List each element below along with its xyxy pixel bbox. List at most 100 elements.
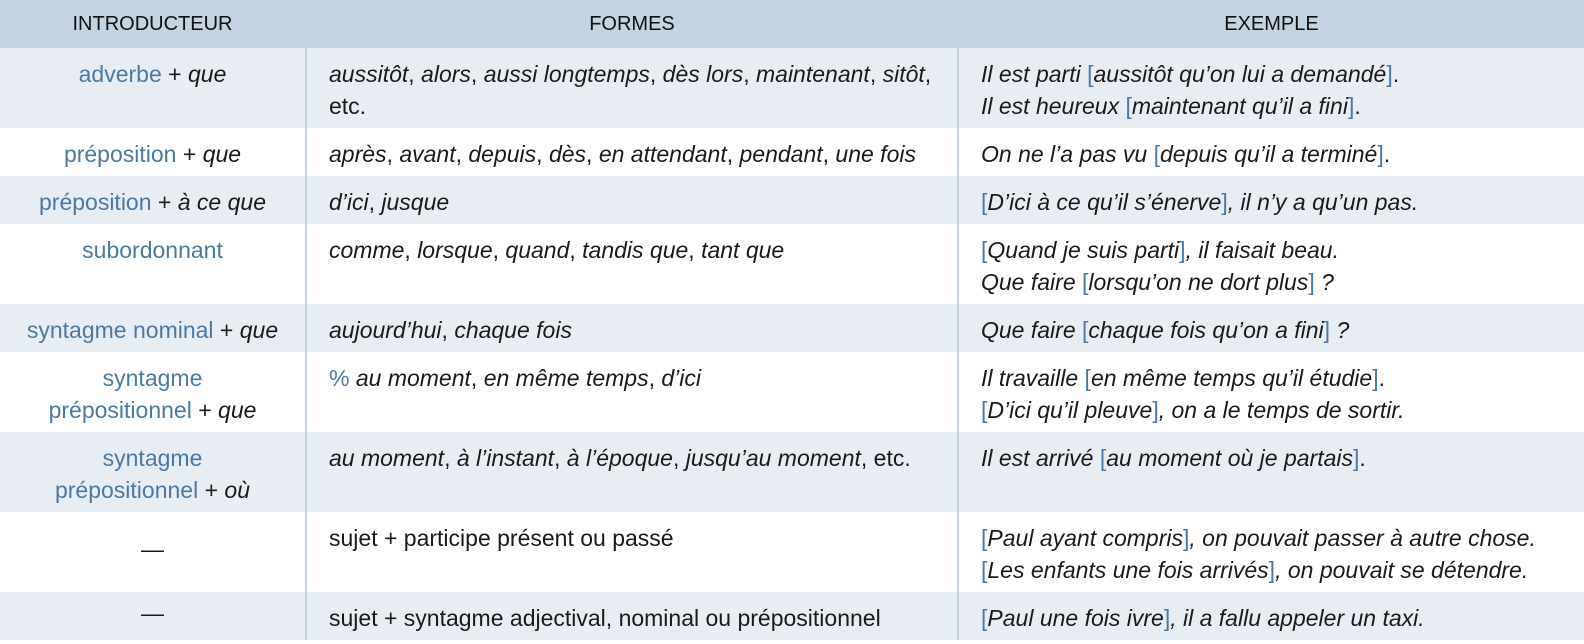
text-segment: à ce que <box>177 189 266 215</box>
text-segment: , <box>386 141 400 167</box>
table-row: — sujet + syntagme adjectival, nominal ou… <box>0 592 1584 640</box>
text-segment: , <box>586 141 599 167</box>
highlight-text: prépositionnel <box>54 477 199 503</box>
text-segment: en attendant <box>598 141 727 167</box>
text-segment: chaque fois qu’on a fini <box>1088 317 1324 343</box>
text-segment: aussi longtemps <box>483 61 650 87</box>
text-segment: Que faire <box>981 317 1082 343</box>
text-segment: , <box>554 445 567 471</box>
text-segment: — <box>141 536 164 562</box>
text-segment: en même temps <box>483 365 649 391</box>
text-segment: , <box>455 141 469 167</box>
text-segment: dès <box>548 141 587 167</box>
text-segment: quand <box>505 237 570 263</box>
text-segment: lorsqu’on ne dort plus <box>1088 269 1309 295</box>
table-row: syntagme prépositionnel + où au moment, à … <box>0 432 1584 512</box>
cell-introducteur: préposition + à ce que <box>0 176 306 224</box>
cell-introducteur: subordonnant <box>0 224 306 304</box>
table-row: syntagme prépositionnel + que% au moment,… <box>0 352 1584 432</box>
example-line: [Les enfants une fois arrivés], on pouva… <box>981 554 1584 586</box>
text-segment: . <box>1359 445 1366 471</box>
text-segment: , <box>688 237 702 263</box>
cell-exemple: [Quand je suis parti], il faisait beau. Q… <box>957 224 1584 304</box>
text-segment: , <box>726 141 740 167</box>
text-segment: , <box>536 141 549 167</box>
cell-formes: % au moment, en même temps, d’ici <box>305 352 958 432</box>
text-segment: , <box>822 141 836 167</box>
text-segment: Que faire <box>981 269 1082 295</box>
text-segment: chaque fois <box>454 317 572 343</box>
example-line: [D’ici à ce qu’il s’énerve], il n’y a qu… <box>981 186 1584 218</box>
text-segment: depuis <box>468 141 537 167</box>
cell-formes: sujet + participe présent ou passé <box>305 512 958 592</box>
text-segment: , <box>404 237 418 263</box>
highlight-text: adverbe <box>78 61 162 87</box>
text-segment: pendant <box>739 141 823 167</box>
text-segment: D’ici à ce qu’il s’énerve <box>987 189 1222 215</box>
text-segment: Il est arrivé <box>981 445 1100 471</box>
text-segment: au moment <box>329 445 445 471</box>
text-segment: à l’époque <box>566 445 673 471</box>
cell-exemple: On ne l’a pas vu [depuis qu’il a terminé… <box>957 128 1584 176</box>
grammar-table: INTRODUCTEUR FORMES EXEMPLE adverbe + qu… <box>0 0 1584 640</box>
text-segment: , il a fallu appeler un taxi. <box>1170 605 1425 631</box>
text-segment: ? <box>1314 269 1334 295</box>
table-row: syntagme nominal + que aujourd’hui, chaqu… <box>0 304 1584 352</box>
text-segment: , il n’y a qu’un pas. <box>1227 189 1419 215</box>
cell-introducteur: préposition + que <box>0 128 306 176</box>
highlight-text: prépositionnel <box>48 397 192 423</box>
cell-exemple: [Paul ayant compris], on pouvait passer … <box>957 512 1584 592</box>
cell-formes: d’ici, jusque <box>305 176 958 224</box>
text-segment: Il travaille <box>981 365 1085 391</box>
text-segment: au moment <box>355 365 471 391</box>
text-segment: . <box>1383 141 1391 167</box>
example-line: Il travaille [en même temps qu’il étudie… <box>981 362 1584 394</box>
text-segment: , on pouvait passer à autre chose. <box>1189 525 1536 551</box>
cell-exemple: [Paul une fois ivre], il a fallu appeler… <box>957 592 1584 640</box>
cell-formes: comme, lorsque, quand, tandis que, tant … <box>305 224 958 304</box>
highlight-text: préposition <box>39 189 152 215</box>
cell-exemple: Il travaille [en même temps qu’il étudie… <box>957 352 1584 432</box>
text-segment: , <box>648 365 662 391</box>
example-line: [Paul une fois ivre], il a fallu appeler… <box>981 602 1584 634</box>
cell-formes: aussitôt, alors, aussi longtemps, dès lo… <box>305 48 958 128</box>
text-segment: Paul ayant compris <box>987 525 1183 551</box>
table-body: adverbe + que aussitôt, alors, aussi long… <box>0 48 1584 640</box>
text-segment: , <box>492 237 506 263</box>
text-segment: + <box>176 141 203 167</box>
text-segment: . <box>1354 93 1361 119</box>
text-segment: , <box>672 445 686 471</box>
text-segment: , <box>441 317 455 343</box>
text-segment: , <box>368 189 382 215</box>
text-segment: lorsque <box>417 237 493 263</box>
text-segment: avant <box>399 141 456 167</box>
text-segment: , <box>869 61 883 87</box>
text-segment: , il faisait beau. <box>1185 237 1339 263</box>
text-segment: , <box>470 61 484 87</box>
text-segment: d’ici <box>661 365 701 391</box>
text-segment: depuis qu’il a terminé <box>1160 141 1378 167</box>
text-segment: maintenant <box>756 61 870 87</box>
text-segment: que <box>187 61 227 87</box>
text-segment: + <box>213 317 240 343</box>
text-segment: jusque <box>381 189 450 215</box>
text-segment: aujourd’hui <box>329 317 442 343</box>
text-segment: D’ici qu’il pleuve <box>987 397 1153 423</box>
text-segment: où <box>224 477 251 503</box>
example-line: Que faire [chaque fois qu’on a fini] ? <box>981 314 1584 346</box>
example-line: On ne l’a pas vu [depuis qu’il a terminé… <box>981 138 1584 170</box>
text-segment: , etc. <box>860 445 911 471</box>
table-row: préposition + à ce que d’ici, jusque [D’ic… <box>0 176 1584 224</box>
text-segment: , <box>743 61 756 87</box>
cell-exemple: Il est parti [aussitôt qu’on lui a deman… <box>957 48 1584 128</box>
text-segment: jusqu’au moment <box>685 445 861 471</box>
text-segment: maintenant qu’il a fini <box>1131 93 1348 119</box>
text-segment: + <box>191 397 219 423</box>
text-segment: sujet + participe présent ou passé <box>329 525 674 551</box>
header-row: INTRODUCTEUR FORMES EXEMPLE <box>0 0 1584 48</box>
example-line: [D’ici qu’il pleuve], on a le temps de s… <box>981 394 1584 426</box>
text-segment: — <box>141 600 164 626</box>
text-segment: tant que <box>701 237 785 263</box>
text-segment: + <box>161 61 188 87</box>
text-segment: , on pouvait se détendre. <box>1275 557 1529 583</box>
